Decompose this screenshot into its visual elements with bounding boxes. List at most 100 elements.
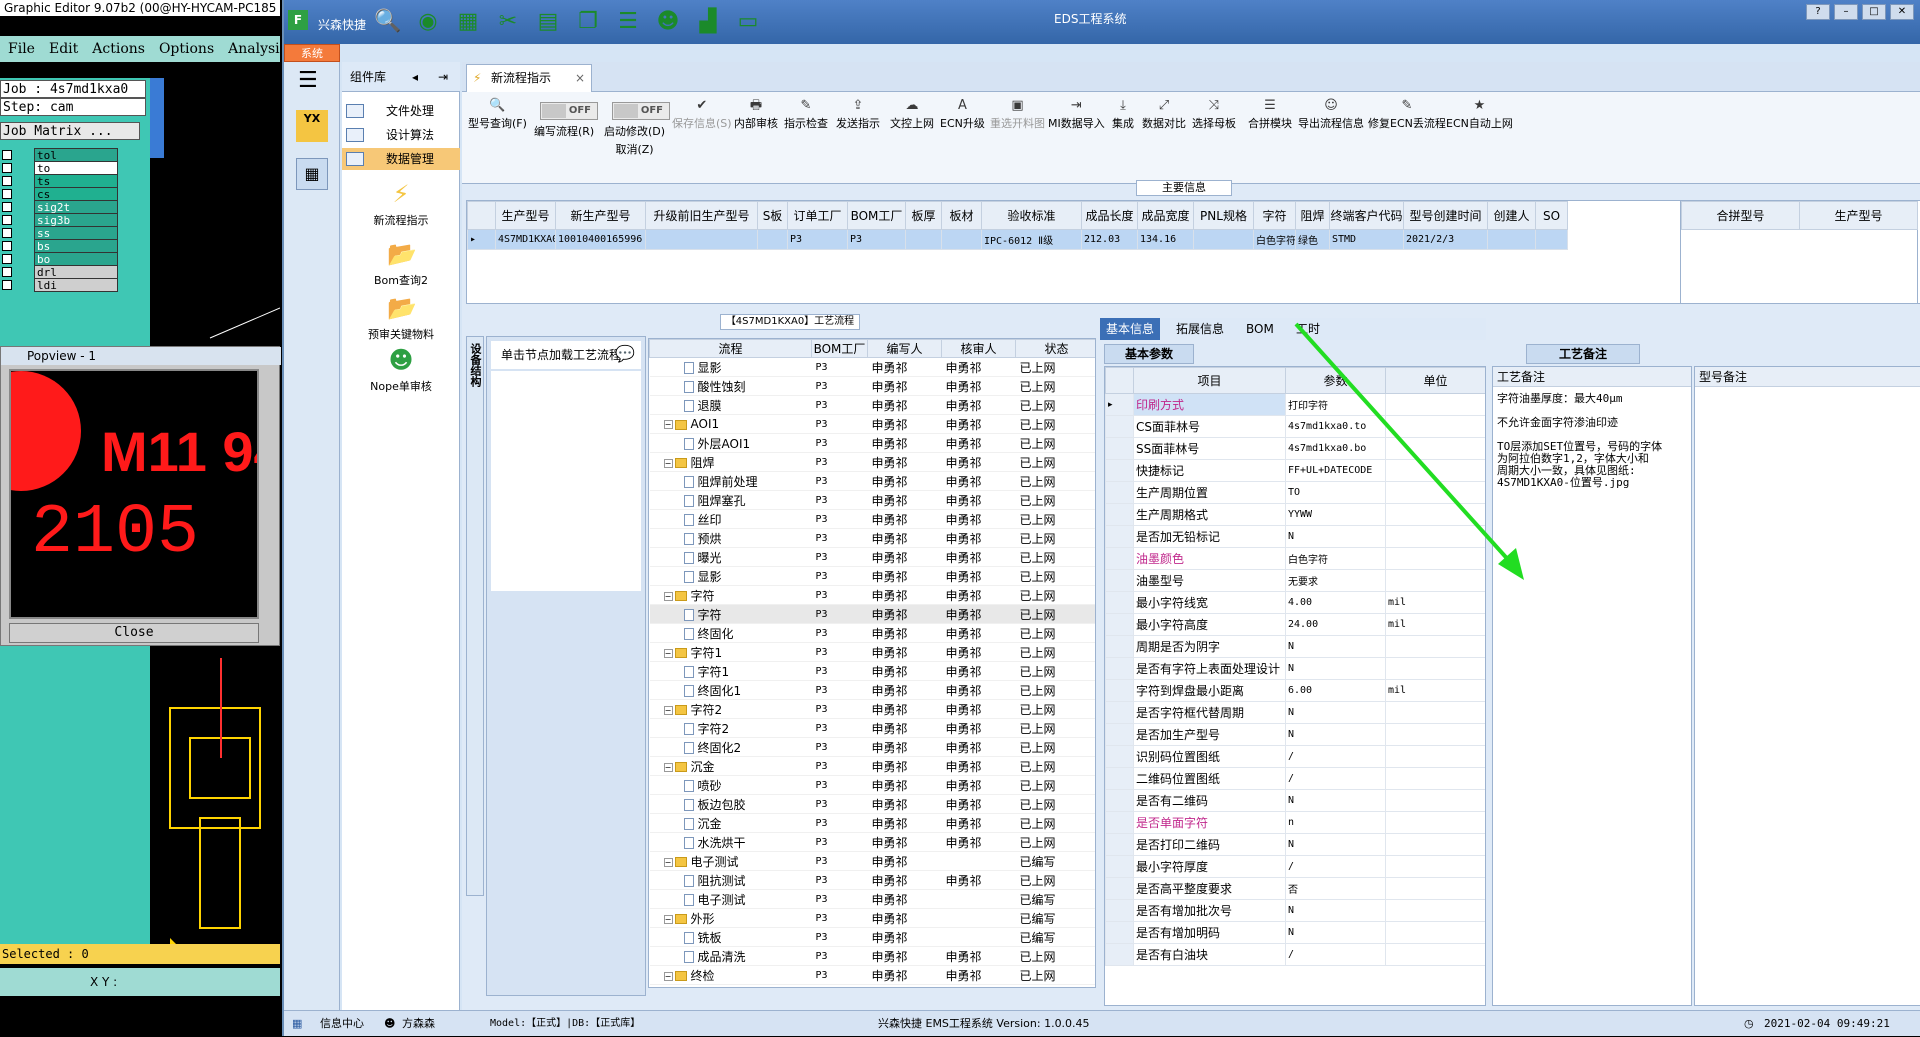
layer-checkbox[interactable]	[2, 280, 12, 290]
toggle-switch[interactable]: OFF	[612, 102, 670, 120]
layer-checkbox[interactable]	[2, 189, 12, 199]
param-value[interactable]: N	[1285, 723, 1386, 746]
ge-menu-file[interactable]: File	[8, 36, 35, 62]
ribbon-button-11[interactable]: ⤓ 集成	[1112, 98, 1134, 132]
table-row[interactable]: 是否有增加明码 N	[1105, 921, 1485, 944]
ribbon-button-15[interactable]: ☺ 导出流程信息	[1298, 98, 1364, 132]
grid-icon[interactable]: ▦	[454, 8, 482, 36]
collapse-icon[interactable]: −	[663, 857, 673, 867]
column-header[interactable]: 阻焊	[1295, 201, 1330, 230]
column-header[interactable]: 成品长度	[1081, 201, 1138, 230]
layer-row[interactable]: drl	[2, 265, 118, 279]
table-row[interactable]: 阻焊前处理 P3 申勇祁 申勇祁 已上网	[649, 471, 1095, 491]
column-header[interactable]: 流程	[649, 339, 812, 358]
layer-row[interactable]: cs	[2, 187, 118, 201]
layer-checkbox[interactable]	[2, 202, 12, 212]
param-value[interactable]: 24.00	[1285, 613, 1386, 636]
table-row[interactable]: 字符到焊盘最小距离 6.00 mil	[1105, 679, 1485, 702]
table-row[interactable]: 字符1 P3 申勇祁 申勇祁 已上网	[649, 661, 1095, 681]
column-header[interactable]: 核审人	[941, 339, 1016, 358]
minimize-icon[interactable]: –	[1834, 4, 1858, 20]
column-header[interactable]: PNL规格	[1193, 201, 1254, 230]
param-value[interactable]: n	[1285, 811, 1386, 834]
ge-menu-analysis[interactable]: Analysis	[228, 36, 287, 62]
param-value[interactable]: /	[1285, 745, 1386, 768]
model-remark-box[interactable]: 型号备注	[1694, 366, 1920, 1006]
big-item-prereview[interactable]: 📂 预审关键物料	[342, 294, 460, 354]
table-row[interactable]: 二维码位置图纸 /	[1105, 767, 1485, 790]
collapse-icon[interactable]: −	[663, 762, 673, 772]
info-center[interactable]: 信息中心	[320, 1011, 364, 1037]
layer-checkbox[interactable]	[2, 150, 12, 160]
tab-extended-info[interactable]: 拓展信息	[1170, 318, 1230, 340]
column-header[interactable]: S板	[757, 201, 788, 230]
table-row[interactable]: 周期是否为阴字 N	[1105, 635, 1485, 658]
table-row[interactable]: 外层AOI1 P3 申勇祁 申勇祁 已上网	[649, 433, 1095, 453]
search-icon[interactable]: 🔍	[374, 8, 402, 36]
ribbon-button-10[interactable]: ⇥ MI数据导入	[1048, 98, 1105, 132]
table-row[interactable]: − AOI1 P3 申勇祁 申勇祁 已上网	[649, 414, 1095, 434]
table-row[interactable]: 退膜 P3 申勇祁 申勇祁 已上网	[649, 395, 1095, 415]
table-row[interactable]: 功能检查P3申勇祁申勇祁已上网	[649, 984, 1095, 987]
table-row[interactable]: 酸性蚀刻 P3 申勇祁 申勇祁 已上网	[649, 376, 1095, 396]
big-item-bom-query[interactable]: 📂 Bom查询2	[342, 240, 460, 300]
collapse-icon[interactable]: −	[663, 914, 673, 924]
monitor-icon[interactable]: ▭	[734, 8, 762, 36]
column-header[interactable]: 状态	[1015, 339, 1095, 358]
param-value[interactable]: N	[1285, 701, 1386, 724]
param-value[interactable]: 否	[1285, 877, 1386, 900]
layer-row[interactable]: to	[2, 161, 118, 175]
layer-checkbox[interactable]	[2, 163, 12, 173]
toggle-switch[interactable]: OFF	[540, 102, 598, 120]
yx-module-icon[interactable]: YX	[296, 110, 328, 142]
column-header[interactable]: 新生产型号	[555, 201, 646, 230]
table-row[interactable]: 沉金 P3 申勇祁 申勇祁 已上网	[649, 813, 1095, 833]
ribbon-button-17[interactable]: ★ ECN自动上网	[1446, 98, 1513, 132]
ribbon-button-5[interactable]: ✎ 指示检查	[784, 98, 828, 132]
ribbon-button-0[interactable]: 🔍 型号查询(F)	[468, 98, 527, 132]
table-row[interactable]: 字符2 P3 申勇祁 申勇祁 已上网	[649, 718, 1095, 738]
nav-item-file-processing[interactable]: 文件处理	[342, 100, 460, 122]
layer-checkbox[interactable]	[2, 254, 12, 264]
column-header[interactable]: 创建人	[1487, 201, 1536, 230]
ribbon-button-1[interactable]: OFF 编写流程(R)	[534, 98, 598, 140]
table-row[interactable]: 是否打印二维码 N	[1105, 833, 1485, 856]
tab-basic-info[interactable]: 基本信息	[1100, 318, 1161, 340]
table-row[interactable]: 电子测试 P3 申勇祁 已编写	[649, 889, 1095, 909]
param-value[interactable]: N	[1285, 635, 1386, 658]
table-row[interactable]: 最小字符高度 24.00 mil	[1105, 613, 1485, 636]
collapse-icon[interactable]: −	[663, 971, 673, 981]
table-row[interactable]: 字符 P3 申勇祁 申勇祁 已上网	[649, 604, 1095, 624]
layer-row[interactable]: sig3b	[2, 213, 118, 227]
table-row[interactable]: 是否高平整度要求否	[1105, 877, 1485, 900]
table-row[interactable]: − 字符1 P3 申勇祁 申勇祁 已上网	[649, 642, 1095, 662]
table-row[interactable]: 是否有增加批次号 N	[1105, 899, 1485, 922]
param-value[interactable]: /	[1285, 855, 1386, 878]
nav-item-design-algorithm[interactable]: 设计算法	[342, 124, 460, 146]
column-header[interactable]: 板厚	[905, 201, 942, 230]
ribbon-button-8[interactable]: A ECN升级	[940, 98, 985, 132]
param-value[interactable]: N	[1285, 657, 1386, 680]
column-header[interactable]: 订单工厂	[787, 201, 848, 230]
layer-row[interactable]: tol	[2, 148, 118, 162]
table-row[interactable]: − 沉金 P3 申勇祁 申勇祁 已上网	[649, 756, 1095, 776]
ge-menu-edit[interactable]: Edit	[49, 36, 78, 62]
hamburger-menu-icon[interactable]: ☰	[298, 70, 318, 92]
column-header[interactable]: 升级前旧生产型号	[645, 201, 758, 230]
table-row[interactable]: − 阻焊 P3 申勇祁 申勇祁 已上网	[649, 452, 1095, 472]
table-row[interactable]: − 字符2 P3 申勇祁 申勇祁 已上网	[649, 699, 1095, 719]
collapse-icon[interactable]: −	[663, 458, 673, 468]
table-row[interactable]: 是否字符框代替周期 N	[1105, 701, 1485, 724]
nav-item-data-management[interactable]: 数据管理	[342, 148, 460, 170]
table-row[interactable]: 预烘 P3 申勇祁 申勇祁 已上网	[649, 528, 1095, 548]
scissors-icon[interactable]: ✂	[494, 8, 522, 36]
ribbon-button-12[interactable]: ⤢ 数据对比	[1142, 98, 1186, 132]
column-header[interactable]: 型号创建时间	[1403, 201, 1488, 230]
collapse-icon[interactable]: −	[663, 705, 673, 715]
ribbon-button-16[interactable]: ✎ 修复ECN丢流程	[1368, 98, 1446, 132]
layer-row[interactable]: bs	[2, 239, 118, 253]
param-value[interactable]: /	[1285, 767, 1386, 790]
table-row[interactable]: 曝光 P3 申勇祁 申勇祁 已上网	[649, 547, 1095, 567]
ribbon-button-6[interactable]: ⇪ 发送指示	[836, 98, 880, 132]
table-row[interactable]: 喷砂 P3 申勇祁 申勇祁 已上网	[649, 775, 1095, 795]
